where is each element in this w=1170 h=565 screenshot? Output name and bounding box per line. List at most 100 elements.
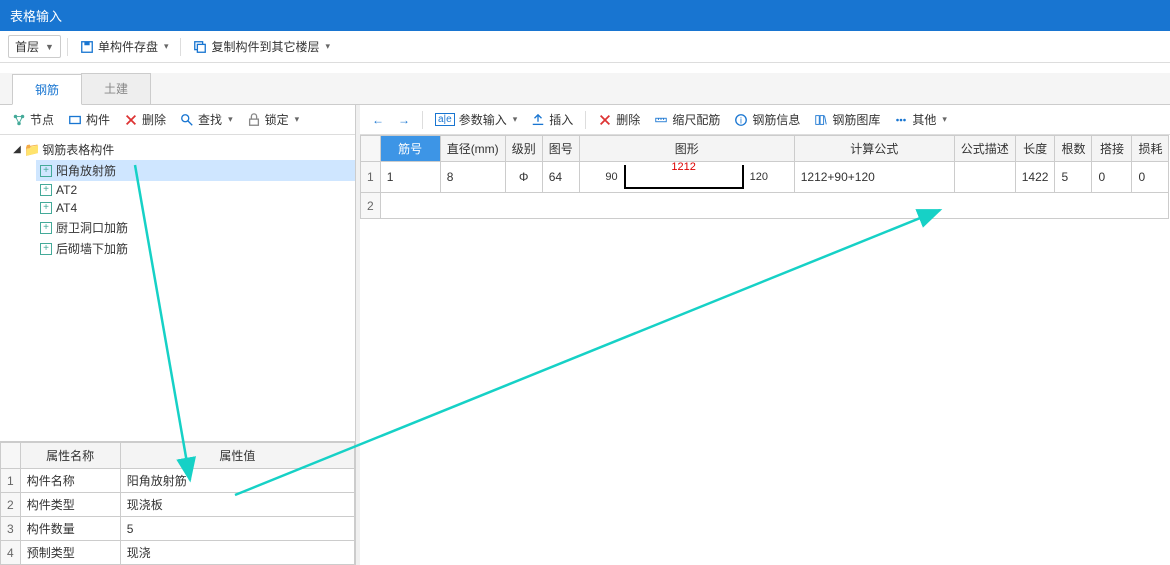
tree-root-node[interactable]: ◢ 📁 钢筋表格构件 (8, 139, 355, 160)
grid-delete-button[interactable]: 删除 (592, 109, 646, 130)
ruler-icon (654, 113, 668, 127)
col-num[interactable]: 筋号 (380, 136, 440, 162)
component-leaf-icon: + (40, 165, 52, 177)
component-leaf-icon: + (40, 243, 52, 255)
prop-name: 构件数量 (20, 517, 120, 541)
lock-icon (247, 113, 261, 127)
window-title: 表格输入 (10, 9, 62, 24)
tree-root-label: 钢筋表格构件 (42, 141, 114, 158)
left-toolbar: 节点 构件 删除 查找 ▾ 锁定 ▾ (0, 105, 355, 135)
component-leaf-icon: + (40, 222, 52, 234)
prop-value[interactable]: 5 (120, 517, 354, 541)
other-button[interactable]: 其他 ▾ (888, 109, 953, 130)
component-leaf-icon: + (40, 202, 52, 214)
tree-item[interactable]: + 厨卫洞口加筋 (36, 217, 355, 238)
insert-button[interactable]: 插入 (525, 109, 579, 130)
tree-item-label: 厨卫洞口加筋 (56, 219, 128, 236)
param-icon: a|e (435, 113, 455, 126)
component-tree: ◢ 📁 钢筋表格构件 + 阳角放射筋 + AT2 + AT4 + 厨卫洞口加筋 + 后砌墙下加筋 (0, 135, 355, 441)
arrow-left-icon: ← (372, 113, 384, 127)
chevron-down-icon: ▼ (45, 42, 54, 52)
grid-row[interactable]: 118Φ649012121201212+90+1201422500 (361, 162, 1169, 193)
rebar-info-button[interactable]: i 钢筋信息 (728, 109, 806, 130)
col-formula-desc[interactable]: 公式描述 (954, 136, 1015, 162)
search-icon (180, 113, 194, 127)
main-toolbar: 首层 ▼ 单构件存盘 ▾ 复制构件到其它楼层 ▾ (0, 31, 1170, 63)
window-titlebar: 表格输入 (0, 0, 1170, 31)
props-header-value: 属性值 (120, 443, 354, 469)
main-tabs: 钢筋 土建 (0, 73, 1170, 105)
col-lap[interactable]: 搭接 (1092, 136, 1132, 162)
tab-rebar[interactable]: 钢筋 (12, 74, 82, 105)
prop-name: 构件名称 (20, 469, 120, 493)
insert-icon (531, 113, 545, 127)
col-shape[interactable]: 图形 (579, 136, 794, 162)
component-leaf-icon: + (40, 184, 52, 196)
grid-row[interactable]: 2 (361, 193, 1169, 219)
chevron-down-icon: ▾ (164, 41, 169, 52)
prop-value[interactable]: 阳角放射筋 (120, 469, 354, 493)
col-length[interactable]: 长度 (1015, 136, 1055, 162)
col-count[interactable]: 根数 (1055, 136, 1092, 162)
main-split: 节点 构件 删除 查找 ▾ 锁定 ▾ (0, 105, 1170, 565)
col-loss[interactable]: 损耗 (1132, 136, 1169, 162)
rebar-grid: 筋号 直径(mm) 级别 图号 图形 计算公式 公式描述 长度 根数 搭接 损耗… (360, 135, 1169, 219)
right-pane: ← → a|e 参数输入 ▾ 插入 删除 缩尺配筋 i (356, 105, 1170, 565)
tree-item[interactable]: + AT2 (36, 181, 355, 199)
chevron-down-icon: ▾ (326, 41, 331, 52)
props-header-name: 属性名称 (20, 443, 120, 469)
props-row[interactable]: 1构件名称阳角放射筋 (1, 469, 355, 493)
more-icon (894, 113, 908, 127)
nav-right-button[interactable]: → (392, 111, 416, 129)
col-grade[interactable]: 级别 (505, 136, 542, 162)
tree-item-label: AT4 (56, 201, 77, 215)
chevron-down-icon: ▾ (942, 114, 947, 125)
component-icon (68, 113, 82, 127)
col-formula[interactable]: 计算公式 (794, 136, 954, 162)
nav-left-button[interactable]: ← (366, 111, 390, 129)
shape-diagram: 901212120 (586, 165, 788, 189)
node-icon (12, 113, 26, 127)
svg-text:i: i (740, 115, 742, 125)
tree-item[interactable]: + AT4 (36, 199, 355, 217)
col-shape-no[interactable]: 图号 (542, 136, 579, 162)
lock-button[interactable]: 锁定 ▾ (241, 109, 306, 130)
delete-button[interactable]: 删除 (118, 109, 172, 130)
floor-select[interactable]: 首层 ▼ (8, 35, 61, 58)
delete-icon (598, 113, 612, 127)
tree-item-label: AT2 (56, 183, 77, 197)
component-button[interactable]: 构件 (62, 109, 116, 130)
delete-icon (124, 113, 138, 127)
library-icon (814, 113, 828, 127)
properties-table: 属性名称 属性值 1构件名称阳角放射筋2构件类型现浇板3构件数量54预制类型现浇 (0, 441, 355, 565)
arrow-right-icon: → (398, 113, 410, 127)
tree-item-label: 后砌墙下加筋 (56, 240, 128, 257)
info-icon: i (734, 113, 748, 127)
rebar-grid-wrap[interactable]: 筋号 直径(mm) 级别 图号 图形 计算公式 公式描述 长度 根数 搭接 损耗… (360, 135, 1170, 565)
chevron-down-icon: ▾ (295, 114, 300, 125)
find-button[interactable]: 查找 ▾ (174, 109, 239, 130)
col-diameter[interactable]: 直径(mm) (440, 136, 505, 162)
tree-item[interactable]: + 阳角放射筋 (36, 160, 355, 181)
chevron-down-icon: ▾ (513, 114, 518, 125)
props-row[interactable]: 3构件数量5 (1, 517, 355, 541)
folder-icon: 📁 (24, 142, 40, 158)
chevron-down-icon: ▾ (228, 114, 233, 125)
save-icon (80, 40, 94, 54)
left-pane: 节点 构件 删除 查找 ▾ 锁定 ▾ (0, 105, 356, 565)
prop-value[interactable]: 现浇板 (120, 493, 354, 517)
props-row[interactable]: 2构件类型现浇板 (1, 493, 355, 517)
node-button[interactable]: 节点 (6, 109, 60, 130)
tree-item-label: 阳角放射筋 (56, 162, 116, 179)
copy-component-button[interactable]: 复制构件到其它楼层 ▾ (187, 36, 336, 57)
tree-item[interactable]: + 后砌墙下加筋 (36, 238, 355, 259)
copy-icon (193, 40, 207, 54)
prop-name: 构件类型 (20, 493, 120, 517)
param-input-button[interactable]: a|e 参数输入 ▾ (429, 109, 523, 130)
scale-button[interactable]: 缩尺配筋 (648, 109, 726, 130)
right-toolbar: ← → a|e 参数输入 ▾ 插入 删除 缩尺配筋 i (360, 105, 1170, 135)
rebar-lib-button[interactable]: 钢筋图库 (808, 109, 886, 130)
collapse-icon[interactable]: ◢ (12, 144, 22, 155)
save-component-button[interactable]: 单构件存盘 ▾ (74, 36, 175, 57)
tab-civil[interactable]: 土建 (81, 73, 151, 104)
